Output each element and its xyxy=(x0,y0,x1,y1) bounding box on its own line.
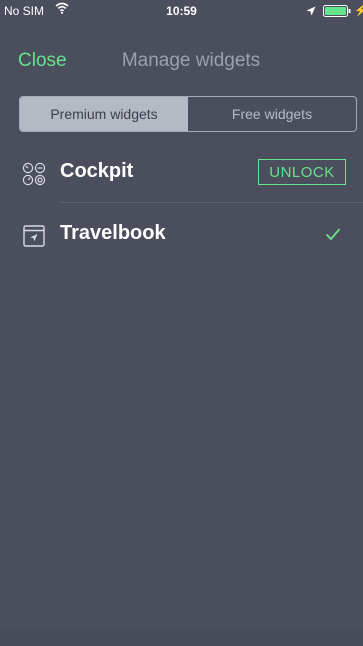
nav-bar: Close Manage widgets xyxy=(0,40,363,80)
widget-row-cockpit[interactable]: Cockpit UNLOCK xyxy=(0,146,363,202)
page-title: Manage widgets xyxy=(121,50,261,71)
cockpit-gauges-icon xyxy=(22,162,46,186)
battery-icon xyxy=(323,5,351,17)
unlock-button[interactable]: UNLOCK xyxy=(258,159,346,185)
location-arrow-icon xyxy=(306,5,316,19)
row-divider xyxy=(60,202,363,203)
widget-type-segmented-control: Premium widgets Free widgets xyxy=(19,96,357,132)
widget-name-cockpit: Cockpit xyxy=(60,160,134,182)
charging-bolt-icon: ⚡ xyxy=(354,5,363,17)
travelbook-icon xyxy=(22,224,46,248)
widget-row-travelbook[interactable]: Travelbook xyxy=(0,208,363,264)
status-bar: No SIM 10:59 ⚡ xyxy=(0,0,363,22)
close-button[interactable]: Close xyxy=(18,50,67,72)
checkmark-icon xyxy=(325,227,341,241)
tab-free-widgets[interactable]: Free widgets xyxy=(188,97,356,131)
tab-premium-widgets[interactable]: Premium widgets xyxy=(20,97,188,131)
widget-name-travelbook: Travelbook xyxy=(60,222,166,244)
bottom-edge xyxy=(0,630,363,646)
manage-widgets-screen: No SIM 10:59 ⚡ Close Manage widgets Prem… xyxy=(0,0,363,646)
